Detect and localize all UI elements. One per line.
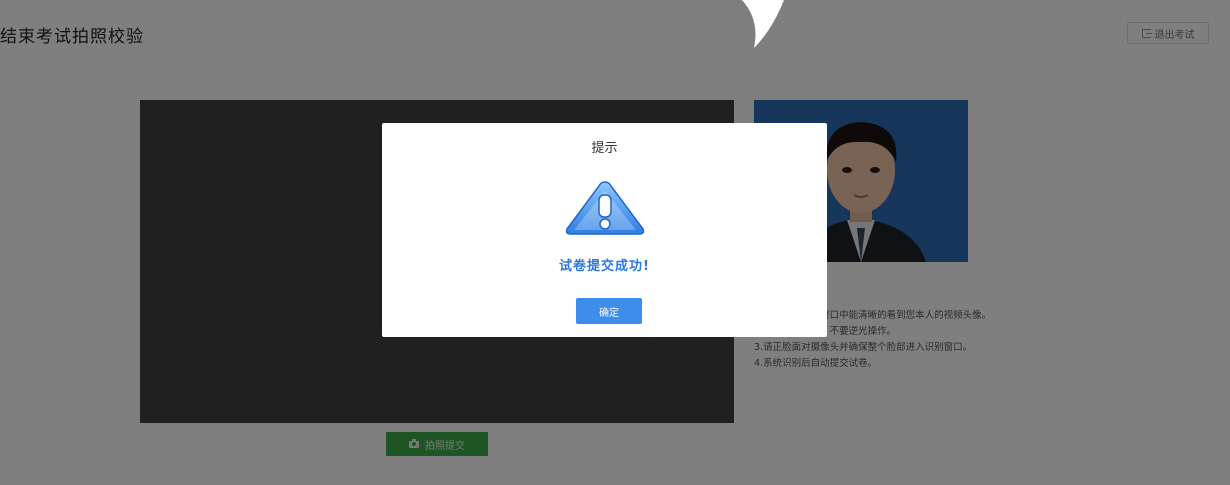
dialog-title: 提示: [591, 141, 618, 156]
confirm-button[interactable]: 确定: [576, 298, 642, 324]
warning-triangle-icon: [565, 181, 645, 235]
dialog-message: 试卷提交成功!: [559, 259, 650, 274]
decorative-swoosh-icon: [742, 0, 784, 48]
alert-dialog: 提示 试卷提交成功! 确定: [382, 123, 827, 337]
